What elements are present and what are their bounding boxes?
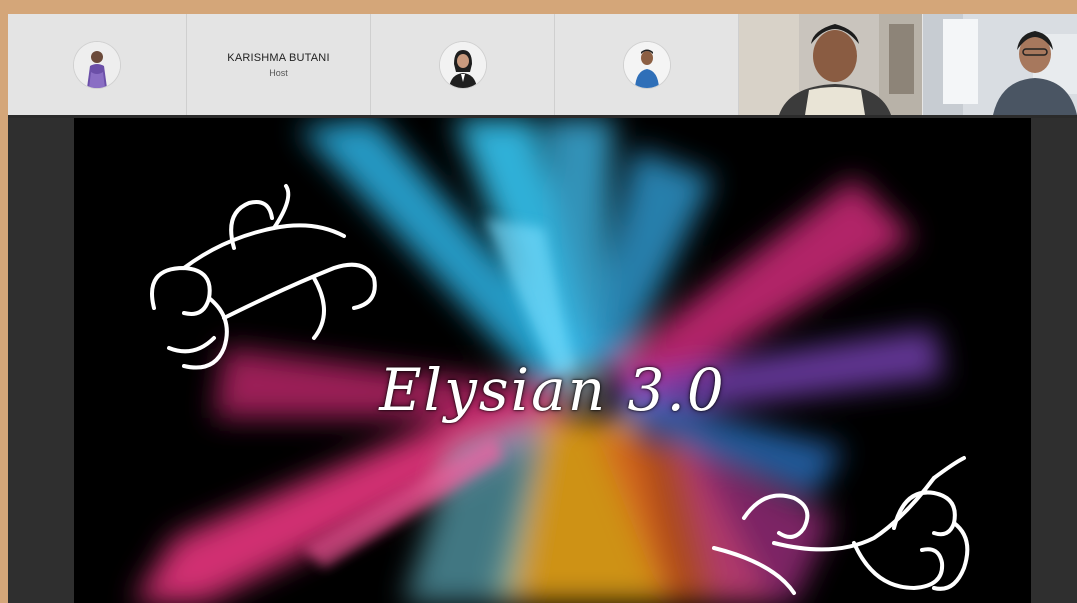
- participant-video-6[interactable]: [923, 14, 1077, 115]
- person-man-icon: [623, 41, 670, 88]
- shared-screen-area: Elysian 3.0: [8, 118, 1077, 603]
- participant-avatar-3: [439, 41, 486, 88]
- meeting-window: KARISHMA BUTANI Host Elysian 3.0: [8, 14, 1077, 603]
- participant-avatar-1: [74, 41, 120, 88]
- participant-tile-3[interactable]: [371, 14, 555, 115]
- person-woman-icon: [74, 41, 120, 88]
- participant-name: KARISHMA BUTANI: [227, 51, 330, 64]
- participant-video-5[interactable]: [739, 14, 922, 115]
- shared-slide: Elysian 3.0: [74, 118, 1031, 603]
- participant-tile-1[interactable]: [8, 14, 187, 115]
- participant-avatar-4: [623, 41, 670, 88]
- ornament-flourish-left: [150, 184, 377, 370]
- participant-role: Host: [269, 67, 288, 78]
- participant-tile-4[interactable]: [555, 14, 739, 115]
- person-woman-icon: [439, 41, 486, 88]
- video-feed: [923, 14, 1077, 115]
- slide-title: Elysian 3.0: [379, 356, 726, 424]
- participant-strip: KARISHMA BUTANI Host: [8, 14, 1077, 115]
- video-feed: [739, 14, 922, 115]
- participant-tile-host[interactable]: KARISHMA BUTANI Host: [187, 14, 371, 115]
